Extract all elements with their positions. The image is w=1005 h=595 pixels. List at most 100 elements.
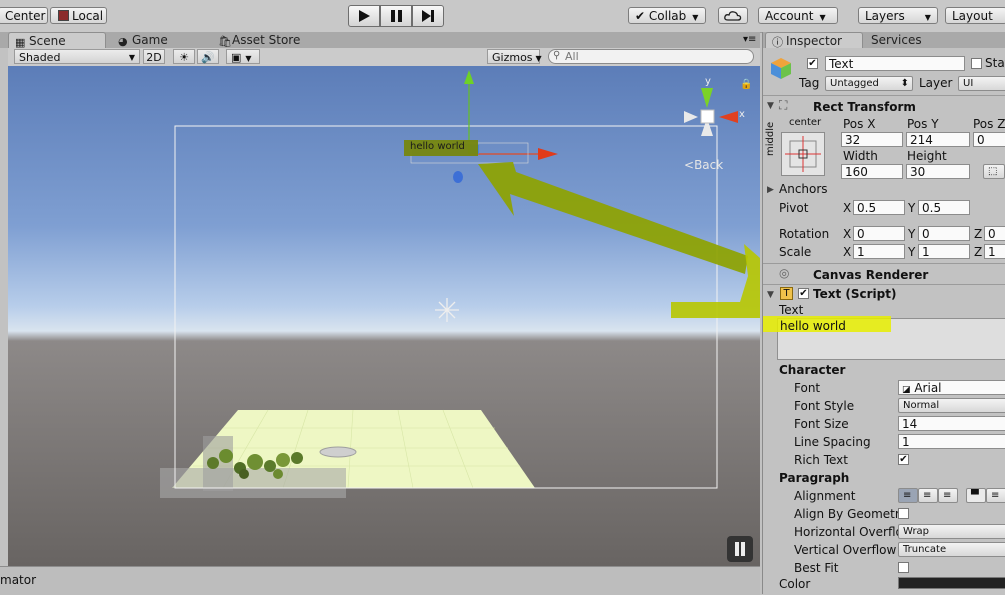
canvas-renderer-icon: ◎ xyxy=(779,266,790,280)
gizmos-label: Gizmos xyxy=(492,51,533,64)
character-header: Character xyxy=(779,363,846,377)
font-size-field[interactable]: 14 xyxy=(898,416,1005,431)
align-by-geometry-label: Align By Geometr xyxy=(794,507,900,521)
line-spacing-field[interactable]: 1 xyxy=(898,434,1005,449)
pos-x-field[interactable]: 32 xyxy=(841,132,903,147)
audio-toggle[interactable]: 🔊 xyxy=(197,49,219,64)
vertical-overflow-dropdown[interactable]: Truncate xyxy=(898,542,1005,557)
text-component-enabled-checkbox[interactable]: ✔ xyxy=(798,288,809,299)
sun-icon: ☀ xyxy=(179,51,189,64)
scene-search-input[interactable]: ⚲ All xyxy=(548,49,754,64)
collapse-triangle-icon[interactable]: ▼ xyxy=(767,290,774,300)
rotation-z-field[interactable]: 0 xyxy=(984,226,1005,241)
tag-label: Tag xyxy=(799,76,820,90)
text-value[interactable]: hello world xyxy=(780,319,846,333)
align-top-button[interactable]: ▀ xyxy=(966,488,986,503)
draw-mode-dropdown[interactable]: Shaded ▼ xyxy=(14,49,140,64)
scale-label: Scale xyxy=(779,245,812,259)
tag-dropdown[interactable]: Untagged ⬍ xyxy=(825,76,913,91)
scale-z-label: Z xyxy=(974,245,983,259)
font-style-value: Normal xyxy=(903,400,940,411)
align-left-button[interactable]: ≡ xyxy=(898,488,918,503)
tab-inspector-label: Inspector xyxy=(786,34,842,48)
local-space-button[interactable]: Local xyxy=(50,7,107,24)
pivot-center-button[interactable]: Center xyxy=(0,7,48,24)
font-field[interactable]: ◪ Arial xyxy=(898,380,1005,395)
gizmos-dropdown[interactable]: Gizmos ▼ xyxy=(487,49,542,64)
tab-animator[interactable]: mator xyxy=(0,573,36,587)
check-icon: ✔ xyxy=(635,9,646,23)
rotation-y-field[interactable]: 0 xyxy=(918,226,970,241)
play-button[interactable] xyxy=(348,5,380,27)
scale-y-field[interactable]: 1 xyxy=(918,244,970,259)
lock-icon[interactable]: 🔒 xyxy=(740,79,752,90)
pivot-x-field[interactable]: 0.5 xyxy=(853,200,905,215)
align-right-button[interactable]: ≡ xyxy=(938,488,958,503)
gizmo-x-handle[interactable] xyxy=(538,148,558,160)
step-button[interactable] xyxy=(412,5,444,27)
pos-z-field[interactable]: 0 xyxy=(973,132,1005,147)
tab-game-label: Game xyxy=(132,33,168,47)
width-field[interactable]: 160 xyxy=(841,164,903,179)
tab-inspector[interactable]: ⓘ Inspector xyxy=(765,32,863,49)
effects-dropdown[interactable]: ▣ ▼ xyxy=(226,49,260,64)
tab-services[interactable]: Services xyxy=(851,32,931,48)
align-by-geometry-checkbox[interactable] xyxy=(898,508,909,519)
font-style-dropdown[interactable]: Normal xyxy=(898,398,1005,413)
layers-dropdown[interactable]: Layers ▼ xyxy=(858,7,938,24)
orientation-gizmo[interactable] xyxy=(684,88,738,136)
back-view-button[interactable]: <Back xyxy=(684,158,723,172)
align-center-button[interactable]: ≡ xyxy=(918,488,938,503)
tab-scene[interactable]: ▦ Scene xyxy=(8,32,106,49)
scale-y-label: Y xyxy=(908,245,916,259)
anchor-h-label: center xyxy=(789,117,822,128)
scale-z-field[interactable]: 1 xyxy=(984,244,1005,259)
speaker-icon: 🔊 xyxy=(201,51,215,64)
grey-block xyxy=(160,468,346,498)
raw-edit-button[interactable]: ⬚ xyxy=(983,164,1005,179)
scene-view[interactable]: hello world y x 🔒 <Back xyxy=(8,66,760,566)
horizontal-overflow-dropdown[interactable]: Wrap xyxy=(898,524,1005,539)
gizmo-y-handle[interactable] xyxy=(464,70,474,84)
toggle-2d-button[interactable]: 2D xyxy=(143,49,165,64)
height-field[interactable]: 30 xyxy=(906,164,970,179)
active-checkbox[interactable]: ✔ xyxy=(807,58,818,69)
pause-button[interactable] xyxy=(380,5,412,27)
object-name-input[interactable]: Text xyxy=(825,56,965,71)
space-label: Local xyxy=(72,9,104,23)
lighting-toggle[interactable]: ☀ xyxy=(173,49,195,64)
color-swatch[interactable] xyxy=(898,577,1005,589)
blueprint-icon: ⬚ xyxy=(988,166,998,177)
anchor-presets-button[interactable] xyxy=(781,132,825,176)
collapse-triangle-icon[interactable]: ▼ xyxy=(767,101,774,111)
chevron-down-icon: ▼ xyxy=(245,54,252,63)
best-fit-checkbox[interactable] xyxy=(898,562,909,573)
gizmo-z-handle[interactable] xyxy=(453,171,463,183)
layout-dropdown[interactable]: Layout xyxy=(945,7,1005,24)
pos-y-label: Pos Y xyxy=(907,117,939,131)
tab-asset-store[interactable]: 🛍 Asset Store xyxy=(212,32,322,48)
scale-x-field[interactable]: 1 xyxy=(853,244,905,259)
expand-triangle-icon[interactable]: ▶ xyxy=(767,185,774,195)
pos-y-field[interactable]: 214 xyxy=(906,132,970,147)
scene-pause-button[interactable] xyxy=(727,536,753,562)
tab-scene-label: Scene xyxy=(29,34,66,48)
pivot-y-field[interactable]: 0.5 xyxy=(918,200,970,215)
rot-z-label: Z xyxy=(974,227,983,241)
layer-dropdown[interactable]: UI xyxy=(958,76,1005,91)
tab-game[interactable]: ◕ Game xyxy=(112,32,202,48)
pause-icon xyxy=(735,542,745,556)
account-dropdown[interactable]: Account ▼ xyxy=(758,7,838,24)
layer-label: Layer xyxy=(919,76,953,90)
cube-icon xyxy=(58,10,69,21)
static-checkbox[interactable] xyxy=(971,58,982,69)
rich-text-checkbox[interactable]: ✔ xyxy=(898,454,909,465)
canvas-hello-world-text[interactable]: hello world xyxy=(410,141,465,152)
cloud-button[interactable] xyxy=(718,7,748,24)
annotation-arrow xyxy=(478,162,748,274)
rich-text-label: Rich Text xyxy=(794,453,848,467)
collab-dropdown[interactable]: ✔ Collab ▼ xyxy=(628,7,706,24)
rotation-x-field[interactable]: 0 xyxy=(853,226,905,241)
align-middle-button[interactable]: ≡ xyxy=(986,488,1005,503)
tab-menu-icon[interactable]: ▾≡ xyxy=(743,34,756,45)
